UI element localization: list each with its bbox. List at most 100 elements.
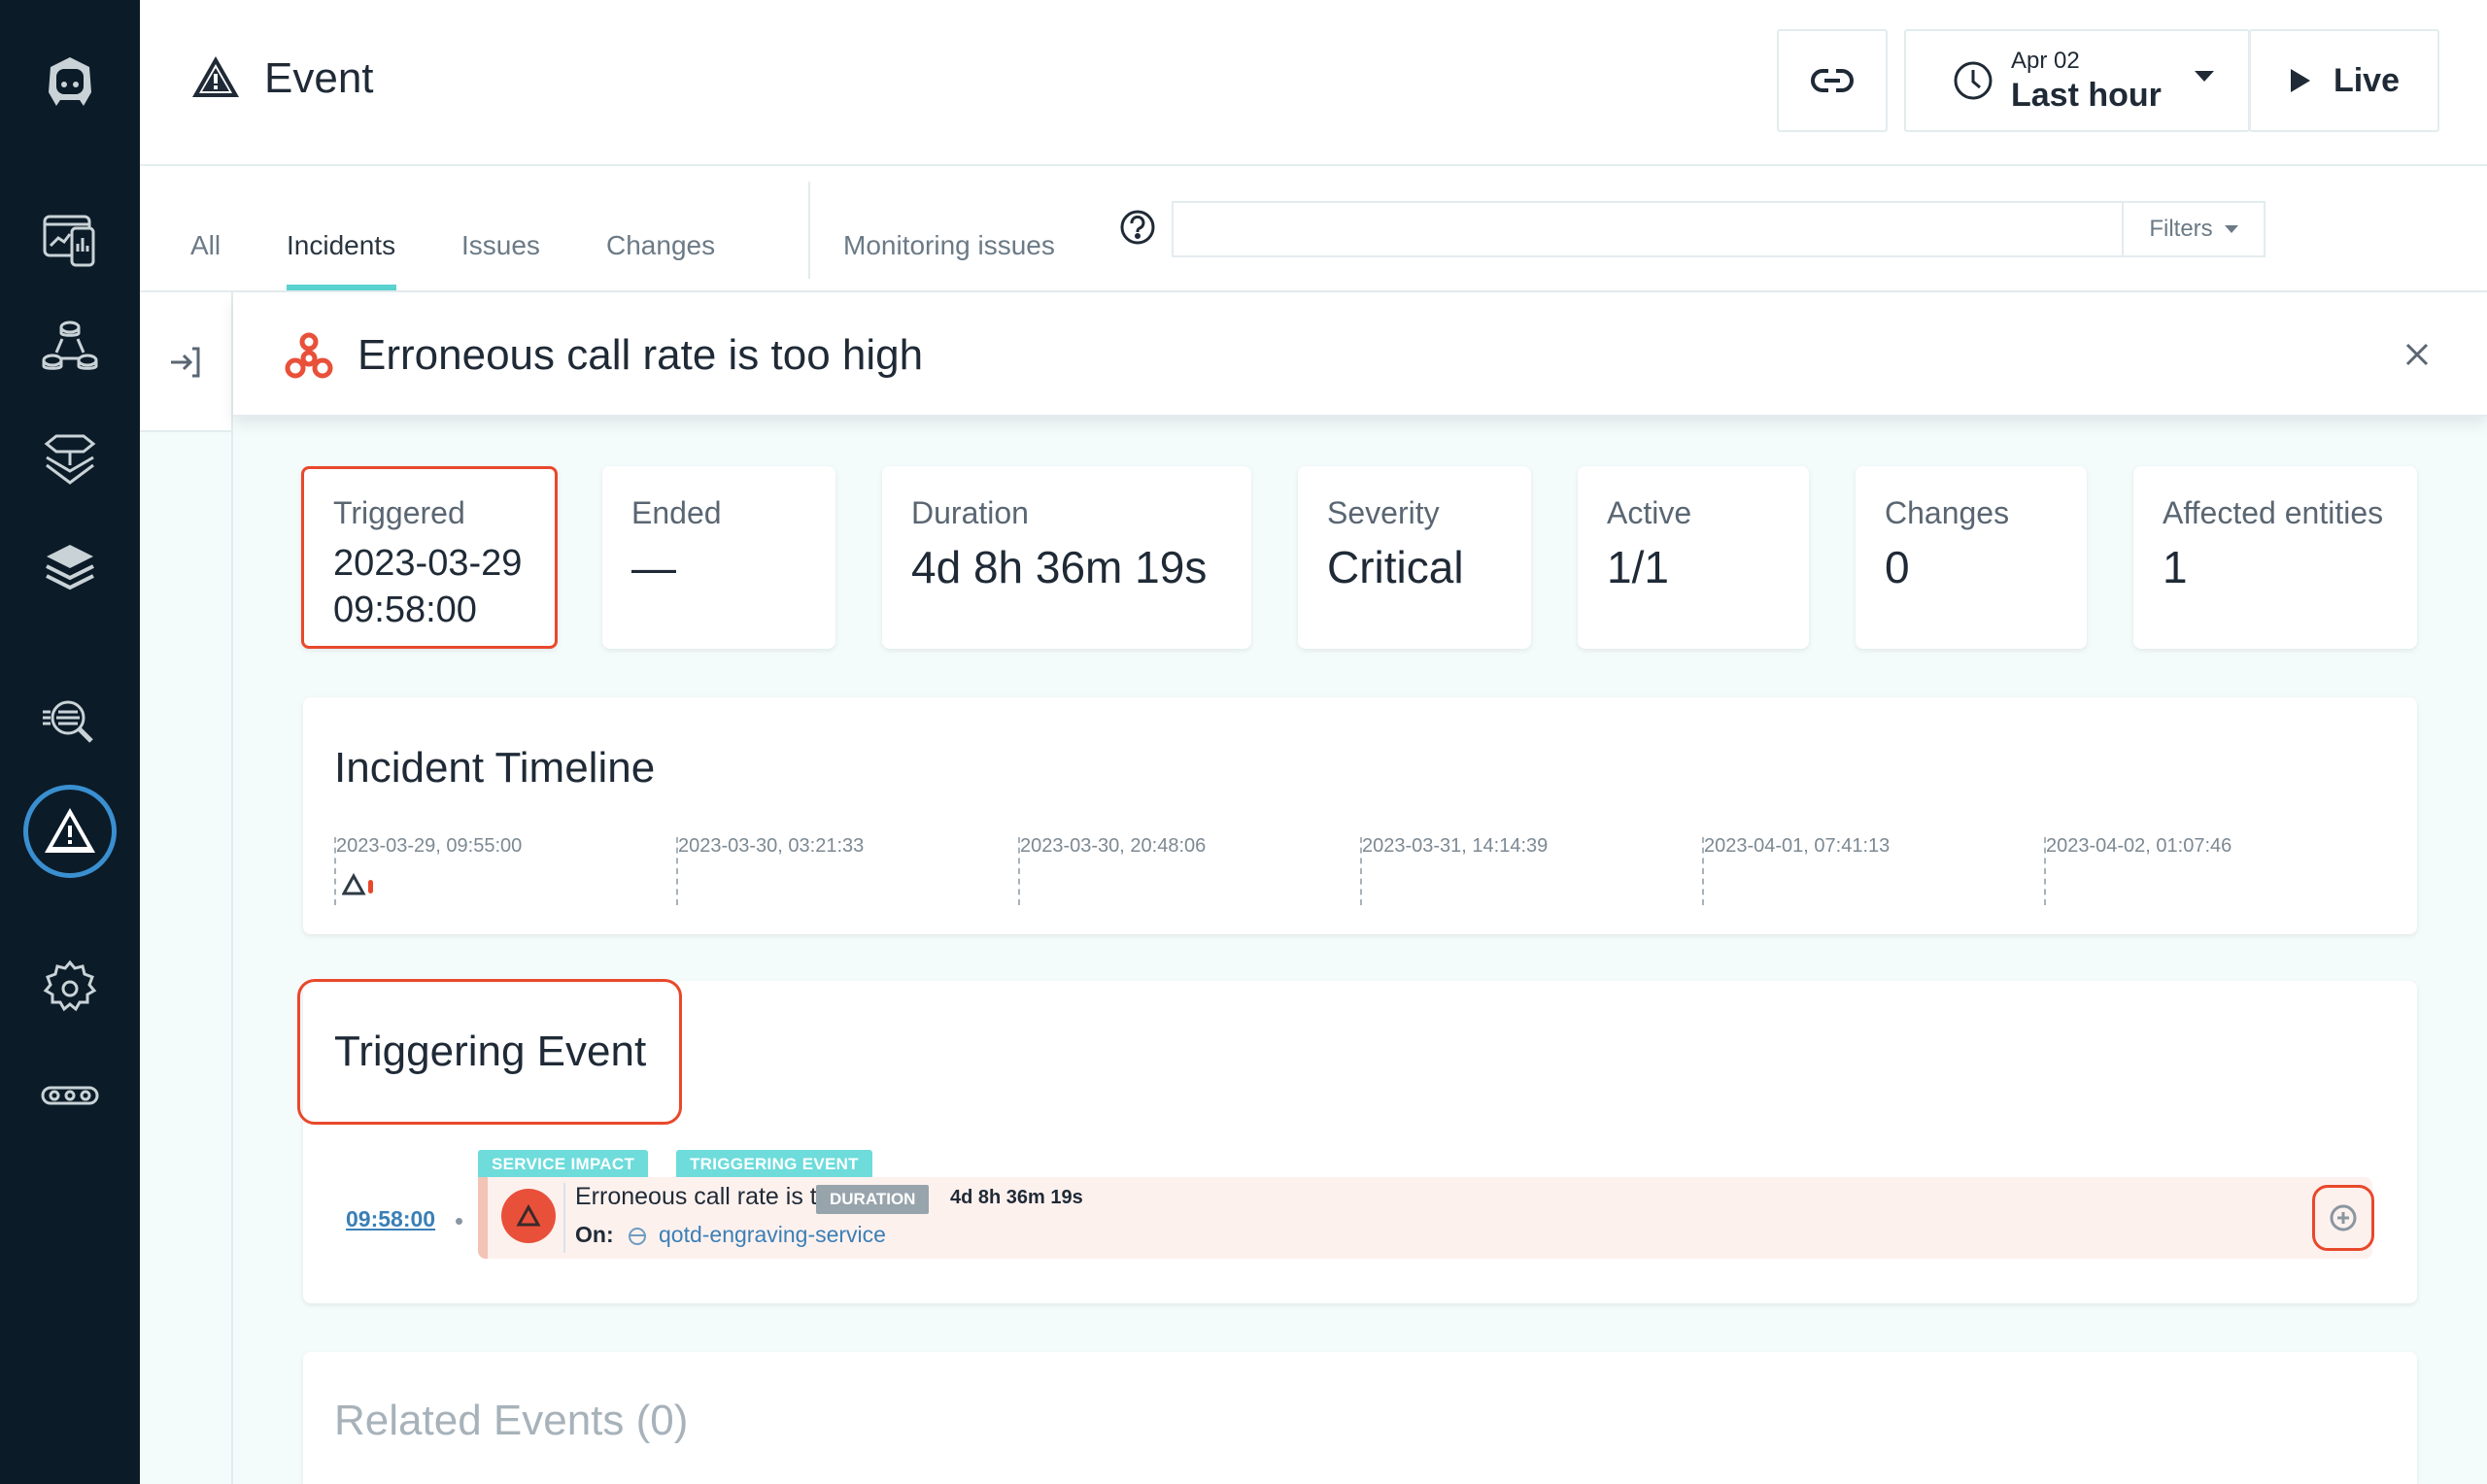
sidebar-item-settings[interactable] bbox=[0, 944, 140, 1031]
copy-link-button[interactable] bbox=[1777, 29, 1888, 132]
card-label: Severity bbox=[1327, 495, 1440, 530]
summary-card-duration: Duration 4d 8h 36m 19s bbox=[882, 466, 1251, 649]
page-header: Event Apr 02 Last hour Live bbox=[140, 0, 2487, 166]
expand-sidebar-area bbox=[140, 292, 231, 432]
plus-circle-icon bbox=[2330, 1204, 2357, 1231]
close-icon[interactable] bbox=[2402, 339, 2433, 370]
robot-logo-icon bbox=[49, 57, 91, 106]
triggered-date: 2023-03-29 bbox=[333, 543, 523, 584]
entity-link[interactable]: qotd-engraving-service bbox=[659, 1222, 886, 1248]
live-label: Live bbox=[2333, 61, 2401, 99]
card-label: Changes bbox=[1885, 495, 2010, 530]
triggering-event-panel: Triggering Event 09:58:00 SERVICE IMPACT… bbox=[297, 979, 2417, 1303]
timeline-tick-label: 2023-03-31, 14:14:39 bbox=[1362, 835, 1549, 857]
timeline-dot bbox=[456, 1218, 462, 1225]
card-label: Active bbox=[1607, 495, 1692, 530]
play-icon bbox=[2290, 69, 2310, 92]
warning-triangle-icon bbox=[45, 808, 95, 853]
tab-changes[interactable]: Changes bbox=[606, 230, 715, 261]
live-button[interactable]: Live bbox=[2249, 29, 2439, 132]
time-range-picker[interactable]: Apr 02 Last hour bbox=[1904, 29, 2250, 132]
logo-button[interactable] bbox=[0, 39, 140, 126]
dashboard-mobile-icon bbox=[43, 215, 95, 267]
analyze-search-icon bbox=[43, 700, 93, 743]
timeline-title: Incident Timeline bbox=[334, 744, 656, 792]
incident-timeline-panel: Incident Timeline 2023-03-29, 09:55:00 2… bbox=[303, 697, 2417, 934]
time-range-date: Apr 02 bbox=[2011, 48, 2080, 74]
card-value: 4d 8h 36m 19s bbox=[911, 542, 1208, 592]
incident-title: Erroneous call rate is too high bbox=[358, 331, 924, 379]
event-time-link[interactable]: 09:58:00 bbox=[346, 1206, 435, 1232]
divider bbox=[563, 1183, 565, 1253]
service-icon bbox=[629, 1228, 646, 1245]
card-value: Critical bbox=[1327, 542, 1464, 592]
tab-incidents[interactable]: Incidents bbox=[287, 230, 395, 261]
summary-card-affected-entities: Affected entities 1 bbox=[2133, 466, 2417, 649]
chevron-down-icon bbox=[2194, 70, 2214, 82]
more-dots-icon bbox=[41, 1086, 99, 1105]
sidebar-item-infrastructure[interactable] bbox=[0, 524, 140, 612]
app-topology-icon bbox=[42, 320, 98, 370]
card-value: 1 bbox=[2163, 542, 2188, 592]
filters-label: Filters bbox=[2149, 216, 2213, 242]
app: Event Apr 02 Last hour Live All Incident… bbox=[0, 0, 2487, 1484]
tag-service-impact: SERVICE IMPACT bbox=[478, 1150, 649, 1179]
timeline-tick-label: 2023-04-02, 01:07:46 bbox=[2046, 835, 2232, 857]
timeline-tick-label: 2023-04-01, 07:41:13 bbox=[1704, 835, 1891, 857]
summary-card-triggered: Triggered 2023-03-29 09:58:00 bbox=[301, 466, 558, 649]
chevron-down-icon bbox=[2224, 225, 2238, 233]
incident-header: Erroneous call rate is too high bbox=[233, 292, 2487, 417]
platform-stack-icon bbox=[44, 434, 96, 485]
card-label: Triggered bbox=[333, 495, 465, 530]
sidebar-item-events[interactable] bbox=[0, 788, 140, 875]
duration-badge: DURATION bbox=[816, 1185, 930, 1214]
summary-card-active: Active 1/1 bbox=[1578, 466, 1809, 649]
tab-issues[interactable]: Issues bbox=[461, 230, 540, 261]
warning-triangle-icon bbox=[192, 56, 239, 97]
tab-all[interactable]: All bbox=[190, 230, 221, 261]
details-side-strip bbox=[140, 292, 233, 1484]
filters-button[interactable]: Filters bbox=[2122, 201, 2266, 257]
sidebar-item-analytics[interactable] bbox=[0, 678, 140, 765]
card-value: — bbox=[631, 542, 676, 592]
tab-divider bbox=[808, 182, 810, 279]
triggering-event-title: Triggering Event bbox=[334, 1028, 647, 1075]
card-label: Ended bbox=[631, 495, 722, 530]
sidebar bbox=[0, 0, 140, 1484]
card-label: Duration bbox=[911, 495, 1029, 530]
tab-monitoring-issues[interactable]: Monitoring issues bbox=[843, 230, 1055, 261]
summary-card-severity: Severity Critical bbox=[1298, 466, 1531, 649]
help-icon[interactable] bbox=[1119, 209, 1156, 246]
sign-in-arrow-icon[interactable] bbox=[167, 343, 206, 382]
incident-cluster-icon bbox=[285, 332, 333, 379]
tag-triggering-event: TRIGGERING EVENT bbox=[676, 1150, 872, 1179]
search-input[interactable] bbox=[1172, 201, 2124, 257]
layers-icon bbox=[46, 545, 94, 590]
clock-icon bbox=[1954, 61, 1993, 100]
card-value: 2023-03-29 09:58:00 bbox=[333, 541, 526, 633]
severity-critical-badge bbox=[501, 1189, 556, 1243]
warning-triangle-icon bbox=[516, 1204, 541, 1227]
sidebar-item-applications[interactable] bbox=[0, 303, 140, 390]
sidebar-item-platforms[interactable] bbox=[0, 416, 140, 503]
expand-event-button[interactable] bbox=[2312, 1185, 2374, 1251]
triggered-time: 09:58:00 bbox=[333, 589, 477, 630]
event-tabs-bar: All Incidents Issues Changes Monitoring … bbox=[140, 166, 2487, 292]
related-events-panel: Related Events (0) bbox=[303, 1352, 2417, 1484]
summary-card-ended: Ended — bbox=[602, 466, 835, 649]
active-tab-indicator bbox=[287, 285, 396, 290]
link-icon bbox=[1811, 69, 1854, 92]
card-label: Affected entities bbox=[2163, 495, 2384, 530]
related-events-title: Related Events (0) bbox=[334, 1397, 689, 1444]
duration-value: 4d 8h 36m 19s bbox=[950, 1187, 1083, 1208]
event-row[interactable]: Erroneous call rate is too high DURATION… bbox=[478, 1177, 2374, 1259]
timeline-event-marker[interactable] bbox=[342, 872, 381, 899]
timeline-tick-label: 2023-03-30, 20:48:06 bbox=[1020, 835, 1207, 857]
on-label: On: bbox=[575, 1222, 614, 1247]
timeline-tick-label: 2023-03-30, 03:21:33 bbox=[678, 835, 865, 857]
sidebar-item-more[interactable] bbox=[0, 1052, 140, 1139]
summary-card-changes: Changes 0 bbox=[1856, 466, 2087, 649]
gear-icon bbox=[43, 960, 97, 1012]
sidebar-item-websites-mobile[interactable] bbox=[0, 196, 140, 284]
card-value: 0 bbox=[1885, 542, 1910, 592]
